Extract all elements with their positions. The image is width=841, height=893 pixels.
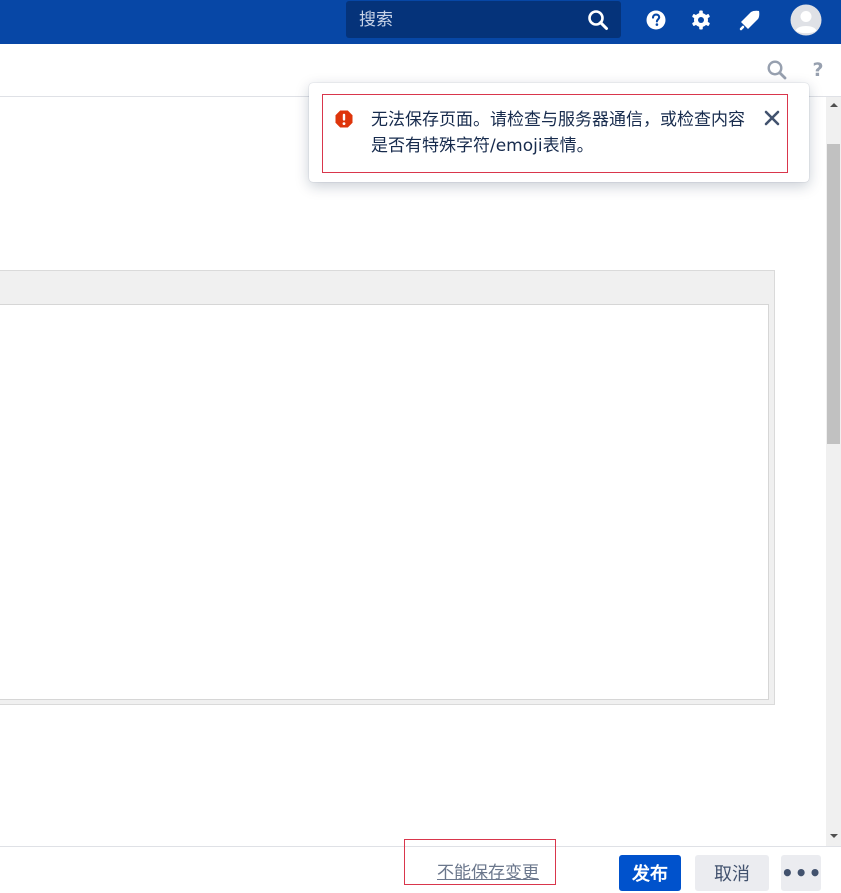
notifications-icon[interactable]: [738, 8, 762, 32]
search-icon[interactable]: [765, 58, 789, 82]
editor-footer: 不能保存变更 发布 取消 •••: [0, 839, 841, 893]
scroll-down-icon[interactable]: [826, 829, 841, 843]
help-icon[interactable]: ?: [806, 58, 830, 82]
publish-button[interactable]: 发布: [619, 855, 681, 891]
error-icon: [334, 109, 354, 133]
save-status: 不能保存变更: [404, 839, 556, 885]
more-options-button[interactable]: •••: [781, 855, 821, 891]
save-status-text[interactable]: 不能保存变更: [437, 858, 539, 883]
cancel-button[interactable]: 取消: [695, 855, 769, 891]
editor-content-area[interactable]: [0, 304, 769, 700]
editor-page: ? 无法保存页面。请检查与服务器通信，或检查内容是否有特殊字符/emoji表情。: [0, 0, 841, 893]
scroll-up-icon[interactable]: [826, 98, 841, 112]
scrollbar-thumb[interactable]: [827, 144, 840, 444]
error-notification: 无法保存页面。请检查与服务器通信，或检查内容是否有特殊字符/emoji表情。: [309, 83, 809, 182]
editor-frame: [0, 270, 775, 705]
avatar[interactable]: [790, 4, 822, 36]
search-box[interactable]: [346, 1, 621, 38]
error-message: 无法保存页面。请检查与服务器通信，或检查内容是否有特殊字符/emoji表情。: [371, 110, 745, 156]
settings-icon[interactable]: [689, 8, 713, 32]
search-input[interactable]: [346, 1, 581, 38]
top-navigation: [0, 0, 841, 44]
close-icon[interactable]: [764, 110, 780, 130]
help-icon[interactable]: [644, 8, 668, 32]
vertical-scrollbar[interactable]: [826, 97, 841, 846]
search-icon[interactable]: [586, 8, 610, 32]
